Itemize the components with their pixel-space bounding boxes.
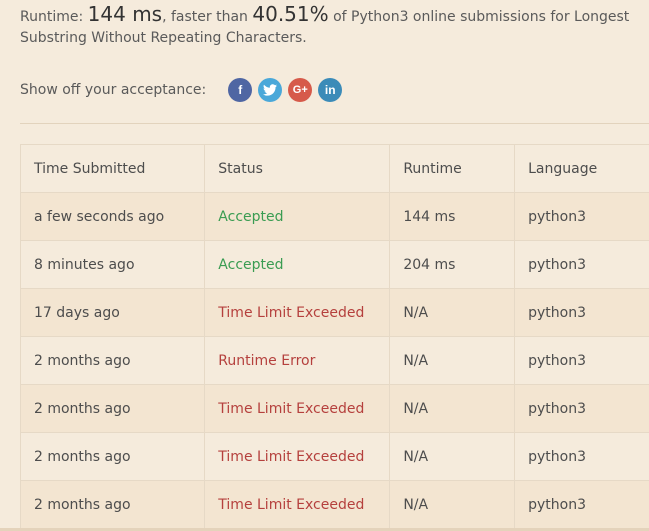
cell-runtime: N/A bbox=[389, 336, 516, 385]
table-row: 8 minutes ago Accepted 204 ms python3 bbox=[19, 240, 649, 289]
table-row: 2 months ago Time Limit Exceeded N/A pyt… bbox=[19, 384, 649, 433]
table-row: 17 days ago Time Limit Exceeded N/A pyth… bbox=[19, 288, 649, 337]
cell-language: python3 bbox=[514, 336, 649, 385]
submissions-table: Time Submitted Status Runtime Language a… bbox=[19, 144, 649, 529]
cell-runtime: N/A bbox=[389, 288, 516, 337]
cell-language: python3 bbox=[514, 240, 649, 289]
header-language[interactable]: Language bbox=[514, 144, 649, 193]
percentile-value: 40.51% bbox=[252, 2, 329, 26]
runtime-label: Runtime: bbox=[20, 9, 84, 25]
cell-time: 2 months ago bbox=[19, 336, 206, 385]
faster-text: , faster than bbox=[162, 9, 248, 25]
cell-status-link[interactable]: Accepted bbox=[204, 192, 391, 241]
cell-language: python3 bbox=[514, 432, 649, 481]
cell-language: python3 bbox=[514, 480, 649, 529]
cell-runtime: N/A bbox=[389, 432, 516, 481]
social-buttons: f G+ in bbox=[228, 78, 343, 102]
cell-runtime: N/A bbox=[389, 384, 516, 433]
linkedin-icon[interactable]: in bbox=[318, 78, 343, 102]
result-summary: Runtime: 144 ms, faster than 40.51% of P… bbox=[20, 4, 630, 49]
table-row: 2 months ago Time Limit Exceeded N/A pyt… bbox=[19, 432, 649, 481]
cell-runtime: 204 ms bbox=[389, 240, 516, 289]
table-row: a few seconds ago Accepted 144 ms python… bbox=[19, 192, 649, 241]
cell-status-link[interactable]: Runtime Error bbox=[204, 336, 391, 385]
header-time-submitted[interactable]: Time Submitted bbox=[19, 144, 206, 193]
section-divider bbox=[20, 123, 649, 124]
cell-time: 2 months ago bbox=[19, 480, 206, 529]
cell-language: python3 bbox=[514, 384, 649, 433]
twitter-icon[interactable] bbox=[258, 78, 283, 102]
twitter-bird-glyph bbox=[263, 84, 278, 96]
header-runtime[interactable]: Runtime bbox=[389, 144, 516, 193]
cell-status-link[interactable]: Time Limit Exceeded bbox=[204, 288, 391, 337]
cell-language: python3 bbox=[514, 192, 649, 241]
share-section: Show off your acceptance: f G+ in bbox=[20, 78, 343, 102]
cell-language: python3 bbox=[514, 288, 649, 337]
table-row: 2 months ago Runtime Error N/A python3 bbox=[19, 336, 649, 385]
table-header-row: Time Submitted Status Runtime Language bbox=[19, 144, 649, 193]
cell-runtime: N/A bbox=[389, 480, 516, 529]
runtime-value: 144 ms bbox=[87, 2, 163, 26]
share-label: Show off your acceptance: bbox=[20, 82, 207, 98]
header-status[interactable]: Status bbox=[204, 144, 391, 193]
cell-status-link[interactable]: Time Limit Exceeded bbox=[204, 480, 391, 529]
facebook-icon[interactable]: f bbox=[228, 78, 253, 102]
cell-time: 17 days ago bbox=[19, 288, 206, 337]
cell-status-link[interactable]: Accepted bbox=[204, 240, 391, 289]
cell-time: 2 months ago bbox=[19, 432, 206, 481]
cell-time: 8 minutes ago bbox=[19, 240, 206, 289]
google-plus-icon[interactable]: G+ bbox=[288, 78, 313, 102]
table-row: 2 months ago Time Limit Exceeded N/A pyt… bbox=[19, 480, 649, 529]
cell-runtime: 144 ms bbox=[389, 192, 516, 241]
cell-time: 2 months ago bbox=[19, 384, 206, 433]
cell-time: a few seconds ago bbox=[19, 192, 206, 241]
cell-status-link[interactable]: Time Limit Exceeded bbox=[204, 384, 391, 433]
cell-status-link[interactable]: Time Limit Exceeded bbox=[204, 432, 391, 481]
